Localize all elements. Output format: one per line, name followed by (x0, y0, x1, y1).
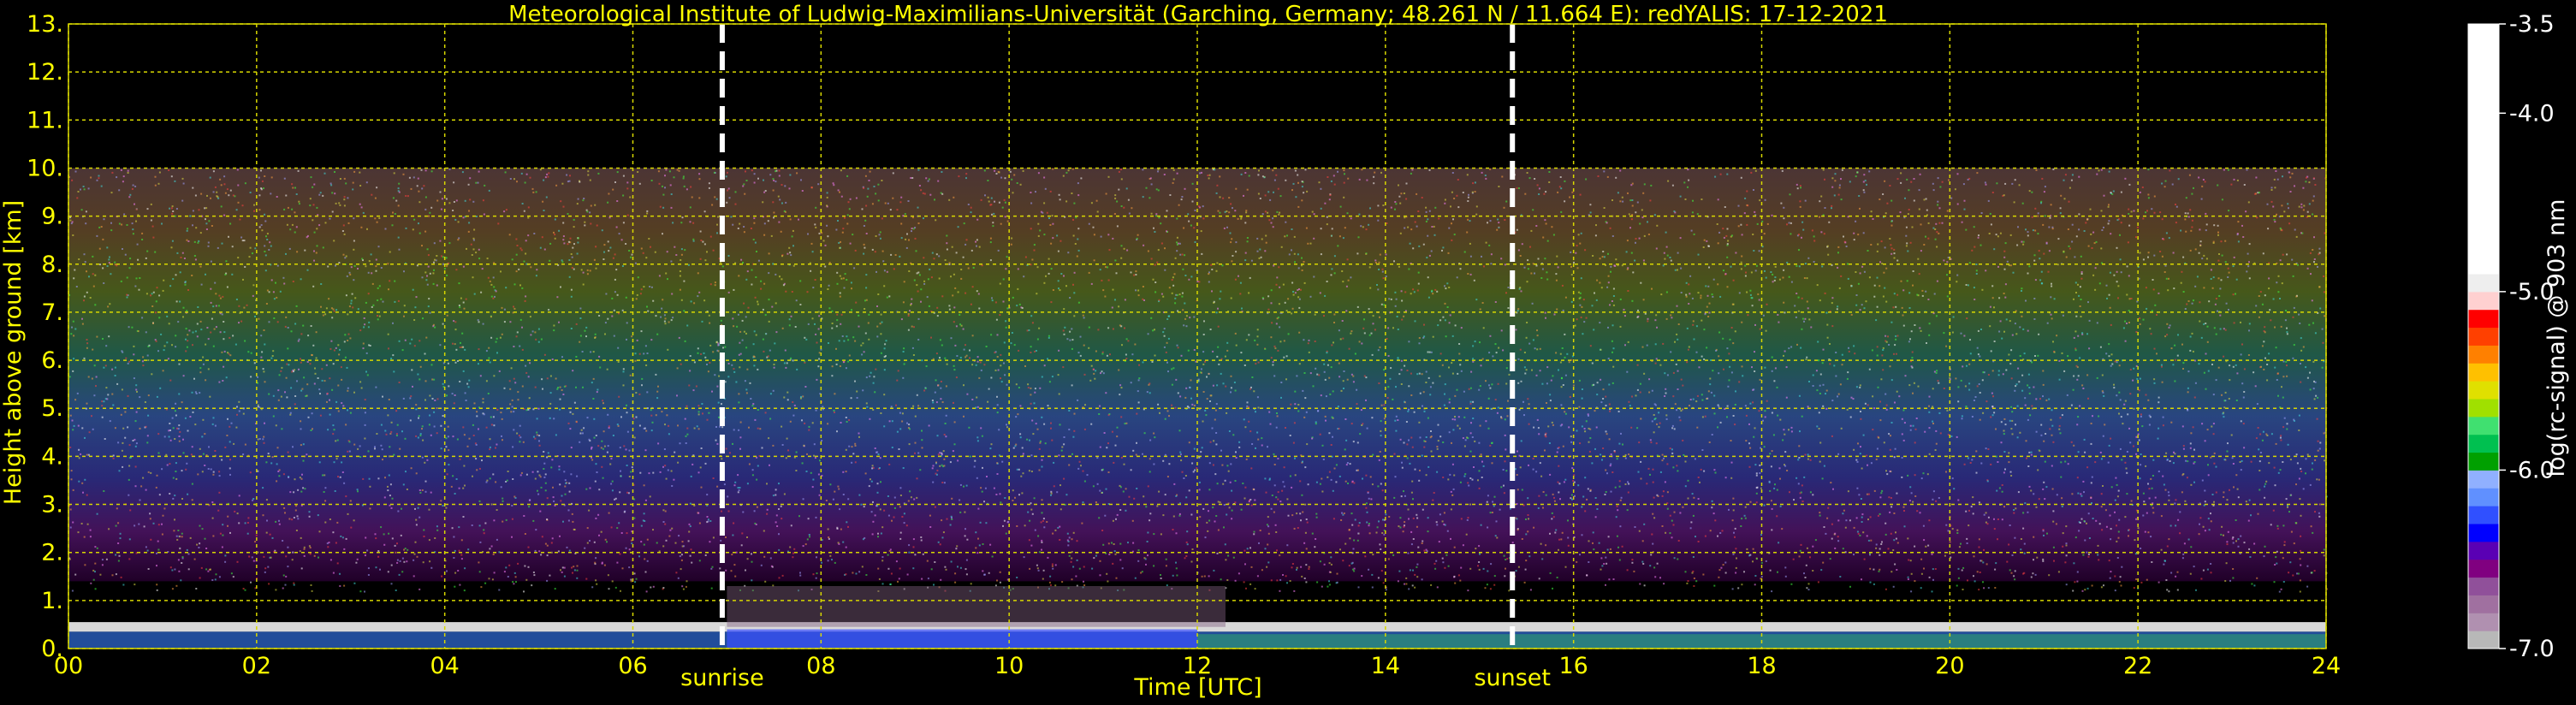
colorbar-segment (2468, 434, 2499, 453)
y-tick-label: 2. (41, 540, 63, 566)
colorbar-segment (2468, 577, 2499, 595)
lidar-chart: sunrise sunset 00 02 04 06 08 10 12 14 16 18 20 22 24… (0, 0, 2576, 705)
colorbar-segment (2468, 309, 2499, 329)
colorbar-segment (2468, 345, 2499, 364)
colorbar-segment (2468, 363, 2499, 382)
x-axis-label: Time [UTC] (1133, 674, 1261, 701)
colorbar-segment (2468, 559, 2499, 578)
y-tick-label: 7. (41, 299, 63, 326)
colorbar-segment (2468, 381, 2499, 400)
x-tick-label: 04 (430, 653, 459, 679)
colorbar-segment (2468, 452, 2499, 471)
y-tick-label: 8. (41, 252, 63, 278)
x-tick-label: 02 (242, 653, 271, 679)
event-label-sunset: sunset (1474, 665, 1551, 691)
colorbar-segment (2468, 416, 2499, 435)
y-tick-label: 6. (41, 347, 63, 374)
x-tick-label: 08 (806, 653, 835, 679)
colorbar-segment (2468, 399, 2499, 418)
y-tick-label: 10. (27, 155, 63, 181)
x-tick-label: 06 (618, 653, 647, 679)
colorbar-segment (2468, 24, 2499, 275)
boundary-layer-day (727, 629, 1197, 649)
x-tick-label: 24 (2312, 653, 2341, 679)
colorbar-segment (2468, 291, 2499, 311)
colorbar-tick-label: -4.0 (2509, 100, 2555, 127)
colorbar-segment (2468, 613, 2499, 631)
y-tick-label: 3. (41, 492, 63, 518)
x-tick-label: 16 (1558, 653, 1588, 679)
colorbar-tick-label: -3.5 (2509, 11, 2555, 38)
colorbar-tick-label: -7.0 (2509, 636, 2555, 662)
y-tick-label: 13. (27, 11, 63, 38)
day-haze (727, 586, 1226, 627)
y-tick-label: 11. (27, 107, 63, 133)
colorbar-segment (2468, 506, 2499, 524)
chart-svg: sunrise sunset 00 02 04 06 08 10 12 14 16 18 20 22 24… (0, 0, 2576, 705)
x-tick-label: 10 (994, 653, 1024, 679)
colorbar-segment (2468, 327, 2499, 346)
chart-title: Meteorological Institute of Ludwig-Maxim… (508, 2, 1888, 27)
colorbar-segment (2468, 274, 2499, 293)
y-tick-label: 0. (41, 636, 63, 662)
colorbar-segment (2468, 631, 2499, 649)
x-tick-label: 18 (1747, 653, 1776, 679)
x-tick-label: 14 (1371, 653, 1400, 679)
y-tick-label: 1. (41, 588, 63, 614)
x-tick-label: 22 (2123, 653, 2152, 679)
colorbar-segment (2468, 470, 2499, 489)
event-label-sunrise: sunrise (680, 665, 764, 691)
y-axis-label: Height above ground [km] (0, 200, 27, 505)
y-tick-label: 5. (41, 395, 63, 422)
colorbar-segment (2468, 595, 2499, 613)
colorbar-label: log(rc-signal) @ 903 nm (2543, 199, 2570, 477)
colorbar-segment (2468, 524, 2499, 542)
y-tick-label: 9. (41, 204, 63, 230)
y-tick-label: 4. (41, 443, 63, 470)
colorbar-segment (2468, 541, 2499, 560)
colorbar-segment (2468, 488, 2499, 507)
x-tick-label: 20 (1935, 653, 1964, 679)
y-tick-label: 12. (27, 59, 63, 86)
